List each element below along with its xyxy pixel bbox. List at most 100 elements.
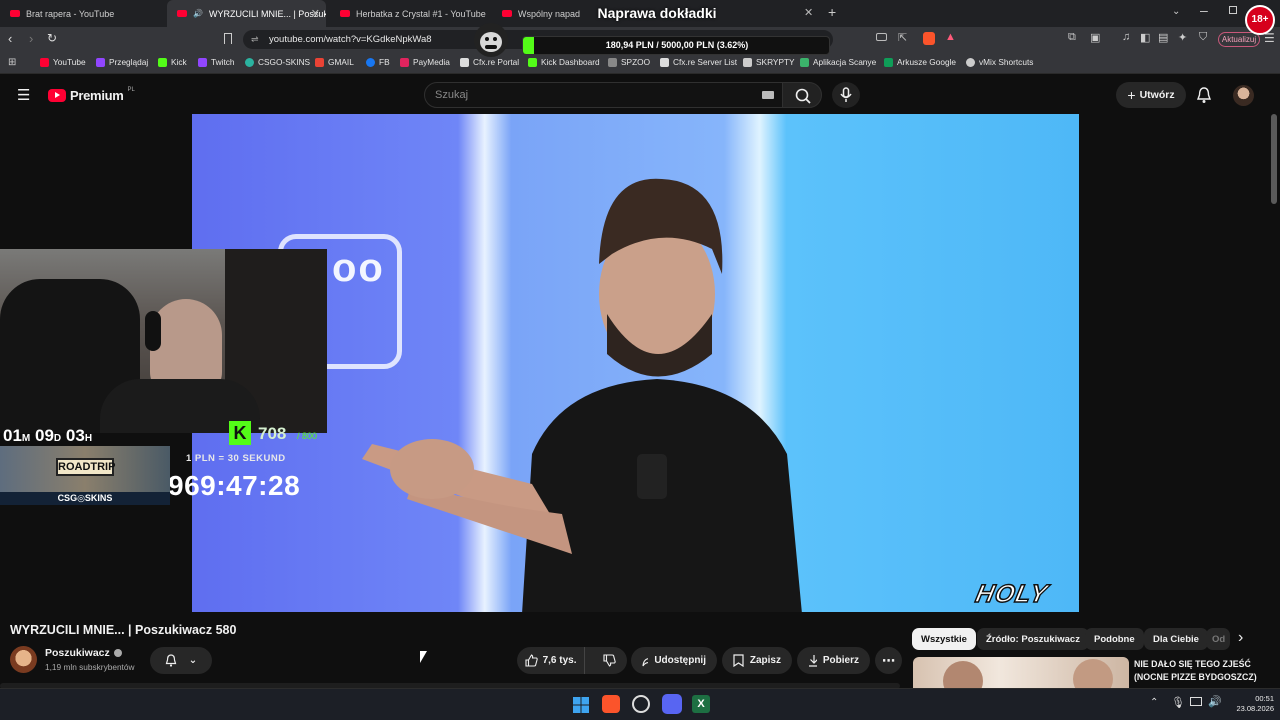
save-button[interactable]: Zapisz bbox=[722, 647, 792, 674]
chip-more[interactable]: Od bbox=[1206, 628, 1230, 650]
extensions-icon[interactable]: ⧉ bbox=[1068, 31, 1076, 44]
tab-herbatka[interactable]: Herbatka z Crystal #1 - YouTube bbox=[330, 0, 490, 27]
microphone-icon bbox=[840, 87, 852, 102]
goal-progress-bar: 180,94 PLN / 5000,00 PLN (3.62%) bbox=[522, 36, 830, 55]
more-icon: ⋯ bbox=[882, 652, 895, 668]
windows-start-icon[interactable] bbox=[573, 697, 589, 713]
voice-search-button[interactable] bbox=[832, 82, 860, 108]
cfx-icon bbox=[460, 57, 469, 67]
rate-label: 1 PLN = 30 SEKUND bbox=[186, 453, 286, 464]
tab-current-video[interactable]: 🔊 WYRZUCILI MNIE... | Poszukiw ✕ bbox=[167, 0, 326, 27]
subscription-bell-button[interactable]: ⌄ bbox=[150, 647, 212, 674]
download-button[interactable]: Pobierz bbox=[797, 647, 870, 674]
search-button[interactable] bbox=[782, 82, 822, 108]
share-page-icon[interactable]: ⇱ bbox=[898, 31, 907, 44]
page-scrollbar[interactable] bbox=[1271, 114, 1277, 204]
video-title: WYRZUCILI MNIE... | Poszukiwacz 580 bbox=[10, 623, 237, 637]
volume-icon[interactable]: 🔊 bbox=[1208, 695, 1222, 708]
leo-ai-icon[interactable]: ✦ bbox=[1178, 31, 1187, 44]
thumbs-up-icon bbox=[525, 654, 538, 667]
bookmark-youtube[interactable]: YouTube bbox=[40, 57, 86, 67]
share-button[interactable]: Udostępnij bbox=[631, 647, 717, 674]
goal-title: Naprawa dokładki bbox=[597, 5, 717, 21]
age-rating-badge: 18+ bbox=[1245, 5, 1275, 35]
brave-browser-icon[interactable] bbox=[602, 695, 620, 713]
youtube-premium-logo[interactable]: Premium PL bbox=[48, 87, 135, 103]
update-button[interactable]: Aktualizuj bbox=[1218, 32, 1260, 47]
bookmark-paymedia[interactable]: PayMedia bbox=[400, 57, 450, 67]
site-info-icon[interactable]: ⇌ bbox=[251, 30, 259, 49]
avatar[interactable] bbox=[1233, 85, 1254, 106]
system-clock[interactable]: 00:51 23.08.2026 bbox=[1230, 694, 1274, 714]
maximize-icon[interactable] bbox=[1229, 6, 1237, 14]
chip-for-you[interactable]: Dla Ciebie bbox=[1144, 628, 1208, 650]
bell-icon bbox=[165, 654, 177, 667]
obs-icon[interactable] bbox=[632, 695, 650, 713]
headphones-icon bbox=[145, 311, 161, 351]
brave-shield-icon[interactable] bbox=[923, 32, 935, 45]
wallet-icon[interactable]: ▤ bbox=[1158, 31, 1168, 44]
vpn-icon[interactable]: ⛉ bbox=[1199, 31, 1207, 44]
new-tab-icon[interactable]: + bbox=[828, 4, 836, 20]
channel-avatar[interactable] bbox=[10, 646, 37, 673]
bookmark-przegladaj[interactable]: Przeglądaj bbox=[96, 57, 148, 67]
share-icon bbox=[642, 657, 649, 666]
like-button[interactable]: 7,6 tys. bbox=[517, 647, 586, 674]
screenshot-icon[interactable]: ▣ bbox=[1090, 31, 1100, 44]
recommendation-thumbnail[interactable] bbox=[913, 657, 1129, 689]
youtube-icon bbox=[40, 57, 49, 67]
music-icon[interactable]: ♫ bbox=[1122, 31, 1130, 43]
forward-icon[interactable]: › bbox=[29, 31, 33, 46]
search-input[interactable]: Szukaj bbox=[424, 82, 784, 108]
create-button[interactable]: + Utwórz bbox=[1116, 82, 1186, 108]
bookmark-gmail[interactable]: GMAIL bbox=[315, 57, 354, 67]
sidebar-icon[interactable]: ◧ bbox=[1140, 31, 1150, 44]
bookmark-twitch[interactable]: Twitch bbox=[198, 57, 235, 67]
roadtrip-label: ROADTRIP bbox=[56, 458, 115, 476]
bookmark-fb[interactable]: FB bbox=[366, 57, 390, 67]
csgo-skins-icon bbox=[245, 57, 254, 67]
brave-rewards-icon[interactable]: ▲ bbox=[945, 31, 956, 43]
cast-icon[interactable] bbox=[876, 33, 887, 41]
windows-taskbar: X ⌃ 🎙 🔊 00:51 23.08.2026 bbox=[0, 688, 1280, 720]
discord-icon[interactable] bbox=[662, 694, 682, 714]
channel-name-link[interactable]: Poszukiwacz bbox=[45, 647, 122, 659]
dislike-button[interactable] bbox=[591, 647, 627, 674]
guide-menu-icon[interactable]: ☰ bbox=[17, 86, 30, 104]
youtube-favicon-icon bbox=[10, 10, 20, 17]
tray-overflow-icon[interactable]: ⌃ bbox=[1150, 697, 1158, 708]
chevron-right-icon[interactable]: › bbox=[1238, 629, 1243, 647]
keyboard-icon[interactable] bbox=[762, 91, 774, 99]
recommendation-title[interactable]: NIE DAŁO SIĘ TEGO ZJEŚĆ (NOCNE PIZZE BYD… bbox=[1134, 658, 1264, 684]
like-dislike-group: 7,6 tys. bbox=[517, 647, 627, 674]
subscriber-count: 1,19 mln subskrybentów bbox=[45, 662, 135, 672]
back-icon[interactable]: ‹ bbox=[8, 31, 12, 46]
minimize-icon[interactable]: – bbox=[1200, 2, 1208, 18]
close-tab-icon[interactable]: ✕ bbox=[311, 7, 320, 20]
chip-source[interactable]: Źródło: Poszukiwacz bbox=[977, 628, 1089, 650]
bookmark-kick[interactable]: Kick bbox=[158, 57, 187, 67]
network-icon[interactable] bbox=[1190, 697, 1202, 706]
bookmark-csgo-skins[interactable]: CSGO-SKINS bbox=[245, 57, 310, 67]
vmix-icon bbox=[966, 57, 975, 67]
url-text: youtube.com/watch?v=KGdkeNpkWa8 bbox=[269, 34, 432, 45]
reload-icon[interactable]: ↻ bbox=[47, 31, 57, 45]
tray-mic-icon[interactable]: 🎙 bbox=[1171, 696, 1185, 709]
paymedia-icon bbox=[400, 57, 409, 67]
gorilla-logo-icon bbox=[474, 23, 508, 57]
thumbs-down-icon bbox=[602, 654, 616, 667]
more-actions-button[interactable]: ⋯ bbox=[875, 647, 902, 674]
bookmark-page-icon[interactable] bbox=[224, 33, 232, 44]
tab-search-icon[interactable]: ⌄ bbox=[1172, 6, 1180, 17]
subathon-timer: 969:47:28 bbox=[168, 470, 301, 501]
excel-icon[interactable]: X bbox=[692, 695, 710, 713]
chip-all[interactable]: Wszystkie bbox=[912, 628, 976, 650]
tab-label: Brat rapera - YouTube bbox=[26, 8, 115, 19]
bookmark-arkusze-google[interactable]: Arkusze Google bbox=[884, 57, 956, 67]
stream-goal-overlay: Naprawa dokładki 180,94 PLN / 5000,00 PL… bbox=[474, 0, 830, 60]
tab-brat-rapera[interactable]: Brat rapera - YouTube bbox=[0, 0, 165, 27]
chip-related[interactable]: Podobne bbox=[1085, 628, 1144, 650]
notifications-bell-icon[interactable] bbox=[1196, 86, 1212, 104]
bookmark-vmix[interactable]: vMix Shortcuts bbox=[966, 57, 1033, 67]
apps-grid-icon[interactable]: ⊞ bbox=[8, 57, 16, 68]
